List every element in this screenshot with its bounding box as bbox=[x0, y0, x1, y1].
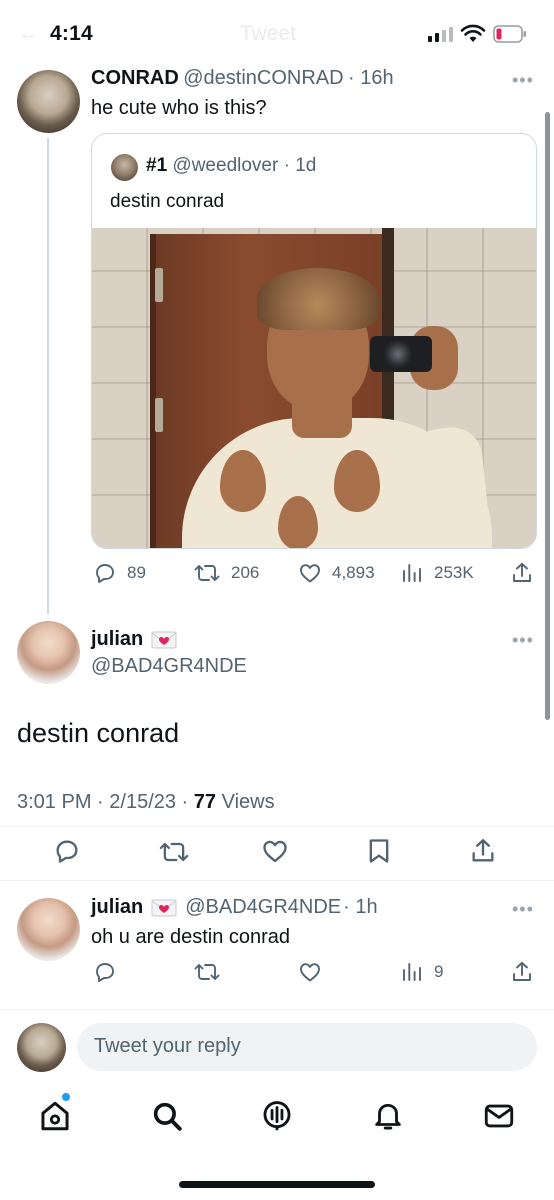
spaces-icon[interactable] bbox=[260, 1099, 294, 1133]
tweet-date: · 2/15/23 · bbox=[97, 791, 189, 813]
avatar-julian-reply[interactable] bbox=[17, 898, 80, 961]
quoted-tweet-card[interactable]: #1 @weedlover · 1d destin conrad bbox=[91, 133, 537, 549]
reply-icon[interactable] bbox=[93, 960, 117, 984]
analytics-icon bbox=[403, 963, 421, 981]
share-icon[interactable] bbox=[510, 561, 534, 585]
love-letter-emoji-icon bbox=[151, 899, 177, 916]
avatar-julian[interactable] bbox=[17, 621, 80, 684]
tweet-time: · 16h bbox=[348, 67, 394, 89]
quoted-text: destin conrad bbox=[110, 191, 225, 212]
reply-icon[interactable] bbox=[53, 837, 81, 865]
reply-count: 89 bbox=[127, 563, 146, 582]
views-count[interactable]: 77 bbox=[194, 791, 216, 813]
battery-low-icon bbox=[493, 25, 526, 43]
back-arrow-icon-faded: ← bbox=[18, 22, 39, 45]
like-count: 4,893 bbox=[332, 563, 375, 582]
scrollbar[interactable] bbox=[545, 112, 550, 720]
reply-button[interactable]: 89 bbox=[93, 561, 146, 585]
avatar-conrad[interactable] bbox=[17, 70, 80, 133]
reply-input[interactable]: Tweet your reply bbox=[77, 1023, 537, 1071]
home-icon[interactable] bbox=[38, 1099, 72, 1133]
bookmark-icon[interactable] bbox=[366, 837, 392, 865]
reply-tweet-text: oh u are destin conrad bbox=[91, 926, 291, 948]
retweet-button[interactable]: 206 bbox=[193, 561, 259, 585]
cellular-signal-icon bbox=[428, 26, 454, 42]
share-icon[interactable] bbox=[510, 960, 534, 984]
author-name[interactable]: CONRAD bbox=[91, 67, 179, 89]
home-notification-dot bbox=[62, 1093, 70, 1101]
composer-avatar bbox=[17, 1023, 66, 1072]
retweet-icon bbox=[194, 565, 220, 581]
heart-icon[interactable] bbox=[261, 837, 289, 865]
main-author-handle[interactable]: @BAD4GR4NDE bbox=[91, 655, 247, 678]
more-options-icon[interactable]: ••• bbox=[512, 630, 534, 651]
quoted-avatar bbox=[111, 154, 138, 181]
views-button[interactable]: 253K bbox=[400, 561, 474, 585]
main-tweet-meta: 3:01 PM · 2/15/23 · 77 Views bbox=[17, 791, 275, 814]
quoted-author-handle: @weedlover bbox=[172, 155, 279, 176]
quoted-time: · 1d bbox=[283, 155, 317, 176]
search-icon[interactable] bbox=[150, 1099, 184, 1133]
retweet-icon[interactable] bbox=[193, 960, 221, 984]
home-indicator[interactable] bbox=[179, 1181, 375, 1188]
heart-icon bbox=[300, 564, 320, 583]
author-name: julian bbox=[91, 628, 144, 650]
author-name[interactable]: julian bbox=[91, 896, 143, 919]
views-count: 253K bbox=[434, 563, 474, 582]
more-options-icon[interactable]: ••• bbox=[512, 899, 534, 920]
analytics-icon bbox=[403, 564, 421, 582]
reply-tweet-header: julian @BAD4GR4NDE · 1h bbox=[91, 896, 378, 919]
views-label[interactable]: Views bbox=[222, 791, 275, 813]
messages-envelope-icon[interactable] bbox=[482, 1099, 516, 1133]
reply-icon bbox=[96, 564, 114, 583]
more-options-icon[interactable]: ••• bbox=[512, 70, 534, 91]
wifi-icon bbox=[460, 24, 486, 42]
status-time: 4:14 bbox=[50, 22, 93, 45]
share-icon[interactable] bbox=[469, 837, 497, 865]
divider bbox=[0, 880, 554, 881]
love-letter-emoji-icon bbox=[151, 631, 177, 648]
quoted-photo[interactable] bbox=[92, 228, 536, 548]
heart-icon[interactable] bbox=[298, 960, 322, 984]
retweet-count: 206 bbox=[231, 563, 260, 582]
views-count: 9 bbox=[434, 962, 444, 981]
retweet-icon[interactable] bbox=[158, 838, 190, 866]
main-tweet-author[interactable]: julian bbox=[91, 628, 177, 651]
tweet-time: 3:01 PM bbox=[17, 791, 92, 813]
parent-tweet-text: he cute who is this? bbox=[91, 97, 267, 119]
quoted-author-name: #1 bbox=[146, 155, 168, 176]
author-handle[interactable]: @destinCONRAD bbox=[183, 67, 343, 89]
notifications-bell-icon[interactable] bbox=[371, 1099, 405, 1133]
main-tweet-text: destin conrad bbox=[17, 718, 180, 748]
like-button[interactable]: 4,893 bbox=[298, 561, 375, 585]
header-title-faded: Tweet bbox=[240, 22, 297, 45]
divider bbox=[0, 1009, 554, 1010]
thread-connector-line bbox=[47, 138, 49, 614]
tweet-time: · 1h bbox=[343, 896, 378, 918]
divider bbox=[0, 826, 554, 827]
quoted-header: #1 @weedlover · 1d bbox=[146, 155, 316, 177]
author-handle[interactable]: @BAD4GR4NDE bbox=[185, 896, 341, 919]
views-button[interactable]: 9 bbox=[400, 960, 443, 984]
parent-tweet-header: CONRAD @destinCONRAD · 16h bbox=[91, 67, 394, 90]
